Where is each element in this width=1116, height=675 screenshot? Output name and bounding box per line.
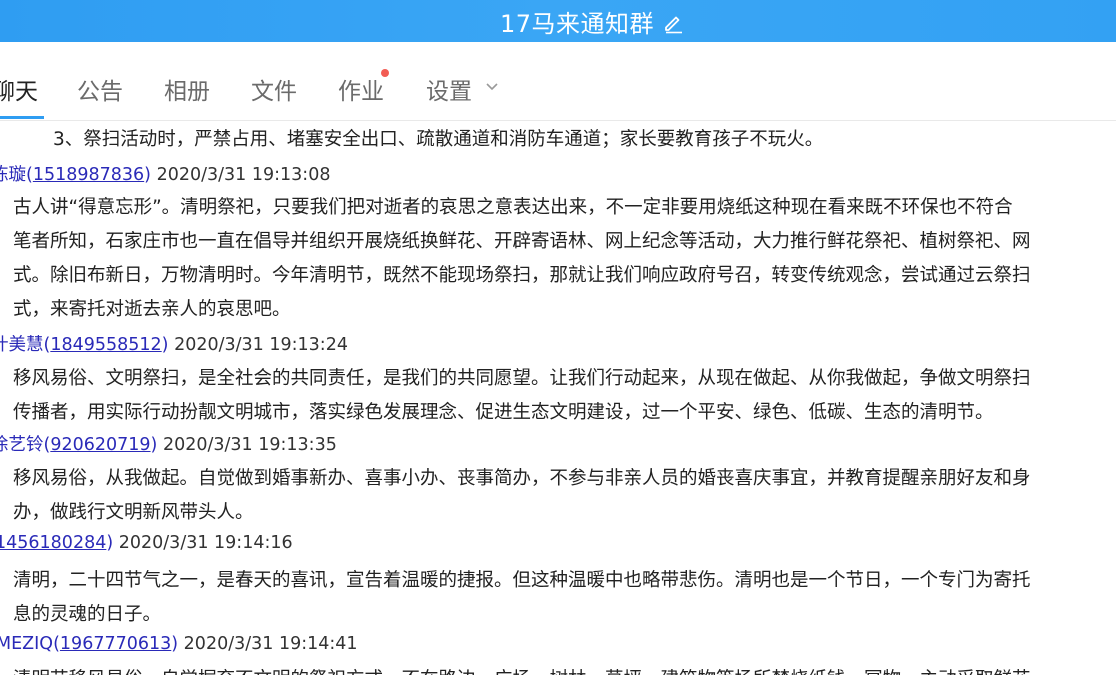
message-header: 叶美慧(1849558512) 2020/3/31 19:13:24 (0, 331, 348, 356)
sender-id-link[interactable]: 1849558512 (50, 335, 161, 355)
tab-announcements-label: 公告 (77, 79, 123, 105)
message-time: 2020/3/31 19:14:41 (183, 634, 358, 654)
sender-id-link[interactable]: 1967770613 (60, 634, 171, 654)
group-title-bar: 17马来通知群 (0, 0, 1116, 42)
message-text-line: 式。除旧布新日，万物清明时。今年清明节，既然不能现场祭扫，那就让我们响应政府号召… (13, 265, 1031, 286)
sender-id-link[interactable]: 1518987836 (33, 165, 144, 185)
message-text-line: 清明节移风易俗，自觉摒弃不文明的祭祀方式，不在路边、广场、树林、草坪、建筑物等场… (13, 665, 1031, 675)
tab-album[interactable]: 相册 (164, 72, 210, 106)
tab-files-label: 文件 (251, 79, 297, 105)
message-text-line: 办，做践行文明新风带头人。 (13, 502, 254, 523)
message-text-line: 古人讲“得意忘形”。清明祭祀，只要我们把对逝者的哀思之意表达出来，不一定非要用烧… (13, 197, 1013, 218)
tab-homework[interactable]: 作业 (338, 72, 384, 106)
message-header: MEZIQ(1967770613) 2020/3/31 19:14:41 (0, 634, 358, 654)
message-text-line: 笔者所知，石家庄市也一直在倡导并组织开展烧纸换鲜花、开辟寄语林、网上纪念等活动，… (13, 231, 1031, 252)
message-time: 2020/3/31 19:13:35 (162, 435, 337, 455)
tab-settings[interactable]: 设置 (426, 72, 472, 106)
message-text-line: 传播者，用实际行动扮靓文明城市，落实绿色发展理念、促进生态文明建设，过一个平安、… (13, 402, 994, 423)
sender-name: MEZIQ (0, 634, 54, 654)
sender-name: 叶美慧 (0, 335, 44, 355)
tab-homework-label: 作业 (338, 79, 384, 105)
sender-id-link[interactable]: 1456180284 (0, 533, 106, 553)
message-header: 徐艺铃(920620719) 2020/3/31 19:13:35 (0, 431, 337, 456)
chevron-down-icon[interactable] (485, 82, 499, 92)
tab-settings-label: 设置 (426, 79, 472, 105)
edit-icon[interactable] (662, 12, 684, 34)
message-time: 2020/3/31 19:13:24 (174, 335, 348, 355)
message-text-line: 移风易俗、文明祭扫，是全社会的共同责任，是我们的共同愿望。让我们行动起来，从现在… (13, 368, 1031, 389)
tab-album-label: 相册 (164, 79, 210, 105)
message-header: 1456180284) 2020/3/31 19:14:16 (0, 533, 293, 553)
tab-announcements[interactable]: 公告 (77, 72, 123, 106)
message-text-line: 式，来寄托对逝去亲人的哀思吧。 (13, 299, 291, 320)
tab-chat-label: 聊天 (0, 79, 38, 105)
sender-name: 徐艺铃 (0, 435, 44, 455)
tab-files[interactable]: 文件 (251, 72, 297, 106)
message-header: 陈璇(1518987836) 2020/3/31 19:13:08 (0, 161, 330, 186)
message-text-line: 3、祭扫活动时，严禁占用、堵塞安全出口、疏散通道和消防车通道；家长要教育孩子不玩… (53, 129, 824, 150)
message-time: 2020/3/31 19:14:16 (118, 533, 293, 553)
group-title: 17马来通知群 (499, 9, 655, 38)
tab-chat[interactable]: 聊天 (0, 72, 38, 106)
message-time: 2020/3/31 19:13:08 (156, 165, 331, 185)
chat-history[interactable]: 3、祭扫活动时，严禁占用、堵塞安全出口、疏散通道和消防车通道；家长要教育孩子不玩… (0, 120, 1116, 675)
message-text-line: 移风易俗，从我做起。自觉做到婚事新办、喜事小办、丧事简办，不参与非亲人员的婚丧喜… (13, 468, 1031, 489)
active-tab-indicator (0, 116, 44, 119)
sender-name: 陈璇 (0, 165, 26, 185)
sender-id-link[interactable]: 920620719 (50, 435, 150, 455)
tab-bar: 聊天 公告 相册 文件 作业 设置 (0, 42, 1116, 121)
message-text-line: 清明，二十四节气之一，是春天的喜讯，宣告着温暖的捷报。但这种温暖中也略带悲伤。清… (13, 570, 1031, 591)
message-text-line: 息的灵魂的日子。 (13, 604, 162, 625)
homework-notification-dot (381, 69, 389, 77)
